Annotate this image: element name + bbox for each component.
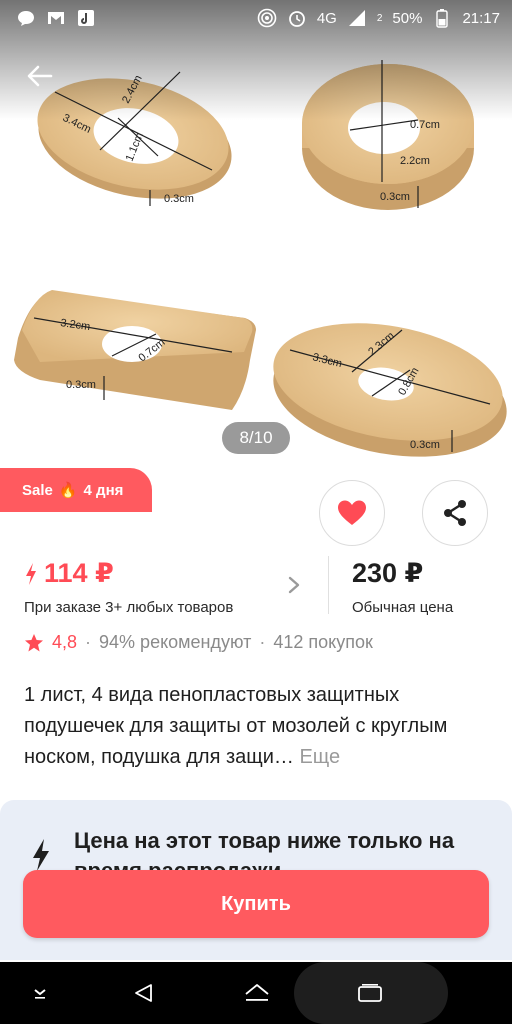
product-title-text: 1 лист, 4 вида пенопластовых защитных по… — [24, 684, 448, 768]
network-type: 4G — [316, 9, 337, 27]
regular-price-label: Обычная цена — [352, 599, 454, 616]
recents-icon — [358, 984, 382, 1002]
hide-nav-button[interactable] — [24, 962, 56, 1024]
separator-dot: · — [259, 632, 266, 652]
lightning-icon — [33, 839, 49, 871]
chevron-right-icon[interactable] — [284, 574, 304, 596]
home-icon — [245, 984, 269, 1001]
gallery-page-counter: 8/10 — [222, 422, 290, 454]
discount-condition: При заказе 3+ любых товаров — [24, 599, 234, 616]
buy-button[interactable]: Купить — [23, 870, 489, 938]
rating-value: 4,8 — [52, 632, 78, 652]
sale-duration: 4 дня — [83, 481, 124, 499]
product-title: 1 лист, 4 вида пенопластовых защитных по… — [24, 680, 494, 773]
gmail-icon — [46, 8, 66, 28]
hotspot-icon — [257, 8, 277, 28]
lightning-icon — [26, 562, 36, 585]
recommend-rate: 94% рекомендуют — [99, 632, 252, 652]
back-button[interactable] — [22, 58, 58, 94]
discount-price-block[interactable]: 114 ₽ При заказе 3+ любых товаров — [24, 558, 233, 616]
price-divider — [328, 556, 329, 614]
separator-dot: · — [85, 632, 92, 652]
favorite-button[interactable] — [319, 480, 385, 546]
battery-percent: 50% — [392, 9, 423, 27]
triangle-back-icon — [135, 984, 152, 1002]
signal-icon — [347, 8, 367, 28]
status-bar: 4G 2 50% 21:17 — [0, 0, 512, 36]
share-icon — [444, 500, 466, 526]
foam-pad-2: 0.7cm 2.2cm 0.3cm — [302, 60, 474, 210]
more-link[interactable]: Еще — [299, 746, 340, 768]
pad-2-dim-b: 2.2cm — [400, 155, 430, 167]
sim-label: 2 — [376, 12, 383, 24]
product-photo: 3.4cm 2.4cm 1.1cm 0.3cm 0.7cm 2.2cm 0.3c… — [14, 60, 507, 457]
foam-pad-1: 3.4cm 2.4cm 1.1cm 0.3cm — [37, 71, 232, 206]
pad-1-dim-d: 0.3cm — [164, 193, 194, 205]
foam-pad-3: 3.2cm 0.7cm 0.3cm — [14, 290, 256, 410]
battery-icon — [432, 8, 452, 28]
heart-icon — [338, 500, 366, 525]
discount-price: 114 ₽ — [44, 558, 114, 588]
purchase-count: 412 покупок — [273, 632, 373, 652]
regular-price-block: 230 ₽ Обычная цена — [352, 558, 453, 616]
back-nav-button[interactable] — [126, 962, 160, 1024]
share-button[interactable] — [422, 480, 488, 546]
foam-pad-4: 3.3cm 2.3cm 0.8cm 0.3cm — [273, 323, 507, 457]
arrow-left-icon — [27, 65, 53, 87]
clock: 21:17 — [462, 9, 500, 27]
home-nav-button[interactable] — [240, 962, 274, 1024]
product-screen: 3.4cm 2.4cm 1.1cm 0.3cm 0.7cm 2.2cm 0.3c… — [0, 0, 512, 1024]
chat-icon — [16, 8, 36, 28]
rating-row[interactable]: 4,8 · 94% рекомендуют · 412 покупок — [24, 632, 373, 653]
music-app-icon — [76, 8, 96, 28]
pad-3-dim-c: 0.3cm — [66, 379, 96, 391]
pad-1-dim-b: 2.4cm — [120, 73, 145, 105]
pad-2-dim-a: 0.7cm — [410, 119, 440, 131]
alarm-icon — [287, 8, 307, 28]
fire-icon: 🔥 — [58, 482, 78, 499]
regular-price: 230 ₽ — [352, 558, 424, 588]
pad-2-dim-c: 0.3cm — [380, 191, 410, 203]
star-icon — [25, 633, 43, 651]
pad-4-dim-d: 0.3cm — [410, 439, 440, 451]
sale-badge: Sale 🔥 4 дня — [0, 468, 152, 512]
sale-label: Sale — [22, 481, 53, 499]
product-image-gallery[interactable]: 3.4cm 2.4cm 1.1cm 0.3cm 0.7cm 2.2cm 0.3c… — [0, 0, 512, 465]
recents-nav-button[interactable] — [350, 962, 390, 1024]
chevron-down-icon — [34, 989, 46, 999]
